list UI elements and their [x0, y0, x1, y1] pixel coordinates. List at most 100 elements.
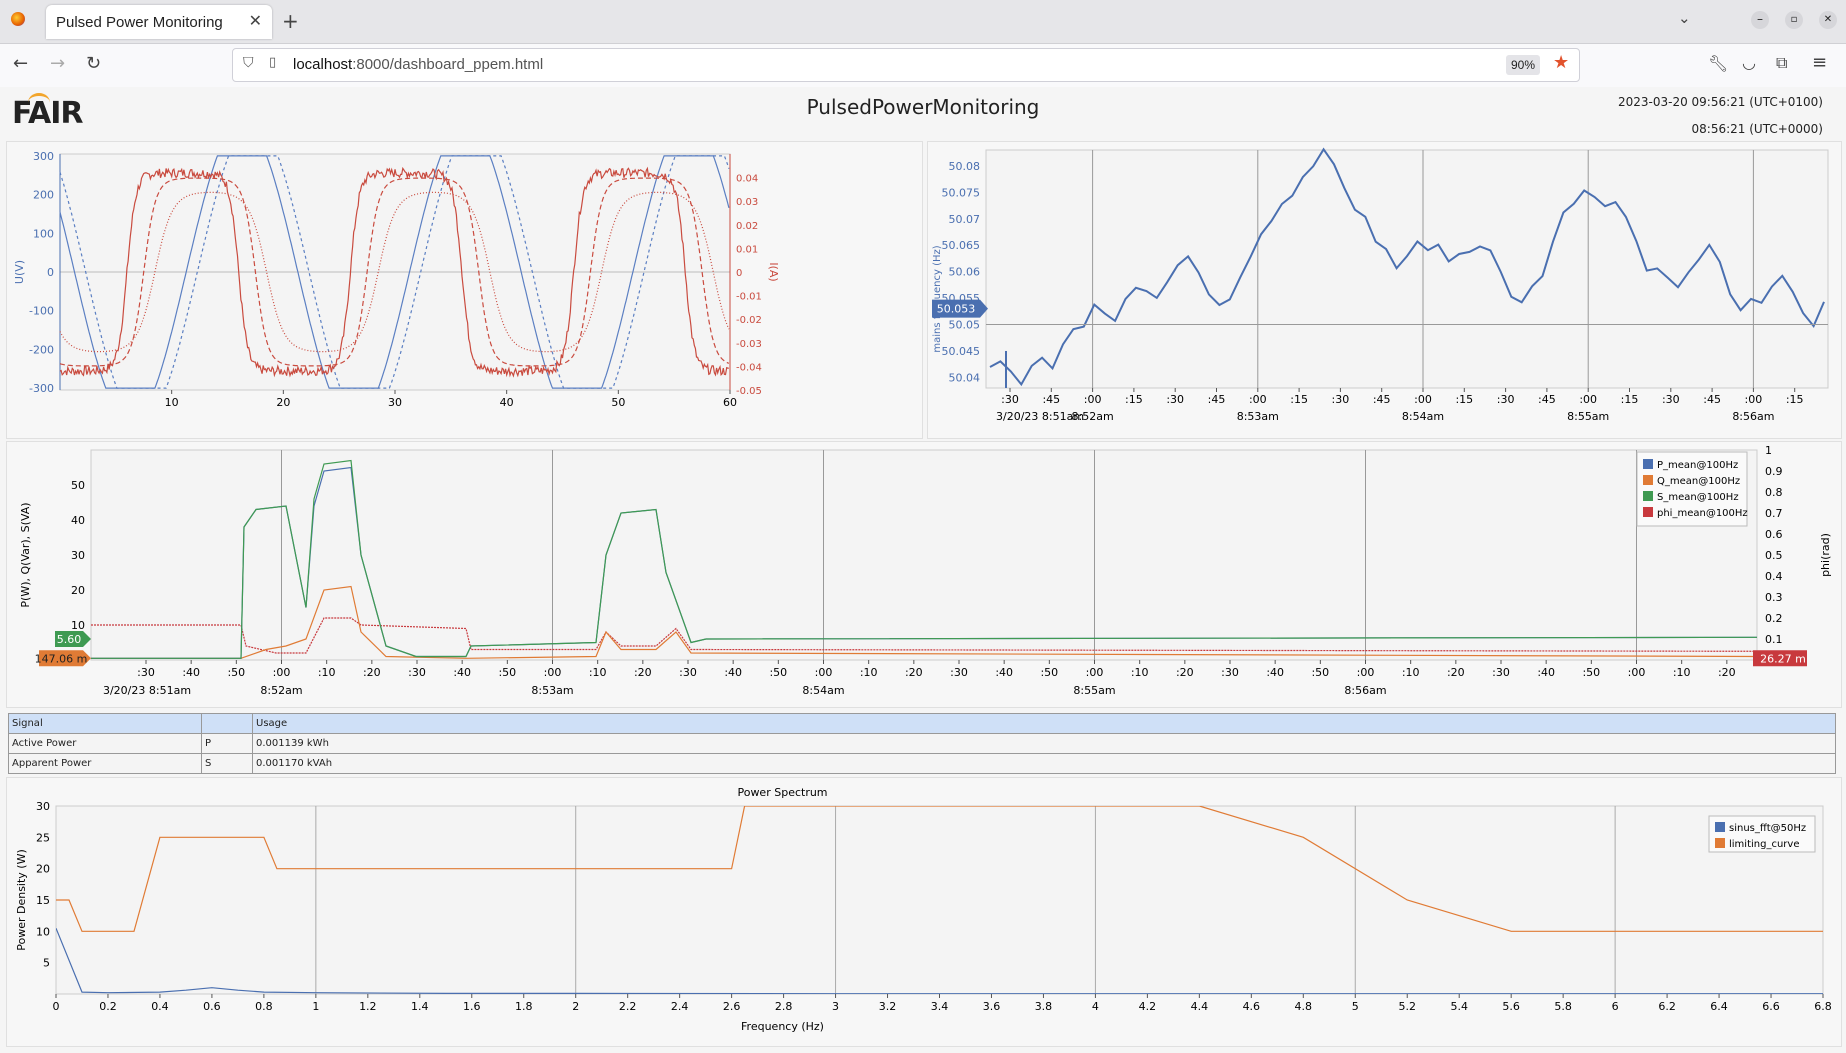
- wrench-icon[interactable]: 🔧︎: [1708, 54, 1728, 73]
- back-icon[interactable]: ←: [13, 53, 28, 74]
- power-spectrum-chart[interactable]: Power Spectrum302520151050 0.2 0.4 0.6 0.8 1 1…: [6, 777, 1842, 1047]
- y2-tick-label: 0.04: [736, 174, 758, 185]
- y2-tick-label: -0.04: [736, 362, 762, 373]
- x-tick-label: :10: [1402, 666, 1420, 679]
- x-major-label: 8:53am: [531, 684, 573, 697]
- x-major-label: 8:56am: [1344, 684, 1386, 697]
- y2-tick-label: 0.4: [1765, 570, 1783, 583]
- x-tick-label: 4.8: [1295, 1000, 1313, 1013]
- voltage-current-chart[interactable]: 300 200 100 0 -100 -200 -300 0.04 0.03 0.02 0.01 0 -…: [6, 141, 923, 439]
- x-tick-label: :50: [1311, 666, 1329, 679]
- y-tick-label: -200: [29, 343, 54, 356]
- x-tick-label: :45: [1703, 393, 1721, 406]
- url-text[interactable]: localhost:8000/dashboard_ppem.html: [293, 56, 543, 73]
- browser-tab-bar: Pulsed Power Monitoring ✕ + ⌄ – ▫ ✕: [0, 0, 1846, 44]
- y-tick-label: 300: [33, 150, 54, 163]
- x-tick-label: :30: [1001, 393, 1019, 406]
- mains-frequency-chart[interactable]: 50.0850.07550.0750.06550.0650.05550.0550…: [927, 141, 1842, 439]
- x-tick-label: :00: [1086, 666, 1104, 679]
- plot-area: [90, 449, 1758, 661]
- x-tick-label: :30: [1662, 393, 1680, 406]
- tab-title: Pulsed Power Monitoring: [56, 14, 223, 31]
- x-tick-label: :10: [860, 666, 878, 679]
- x-tick-label: 3.2: [879, 1000, 897, 1013]
- y2-tick-label: 0.6: [1765, 528, 1783, 541]
- cell-usage: 0.001139 kWh: [252, 733, 1836, 754]
- close-window-icon[interactable]: ✕: [1819, 11, 1837, 29]
- x-tick-label: :10: [1673, 666, 1691, 679]
- y2-tick-label: -0.05: [736, 386, 762, 397]
- y-tick-label: 50.07: [949, 213, 981, 226]
- firefox-icon: [11, 12, 25, 26]
- legend: sinus_fft@50Hz limiting_curve: [1708, 815, 1816, 853]
- y-tick-label: 100: [33, 227, 54, 240]
- plot-area: [985, 149, 1829, 389]
- header-signal: Signal: [8, 713, 202, 734]
- x-tick-label: :20: [1718, 666, 1736, 679]
- x-tick-label: 5.8: [1554, 1000, 1572, 1013]
- list-all-tabs-icon[interactable]: ⌄: [1678, 9, 1691, 27]
- usage-table: Signal Usage Active Power P 0.001139 kWh…: [8, 713, 1836, 774]
- x-tick-label: :50: [769, 666, 787, 679]
- time-local: 2023-03-20 09:56:21 (UTC+0100): [1617, 95, 1823, 109]
- x-tick-label: :50: [498, 666, 516, 679]
- x-tick-label: 5.2: [1398, 1000, 1416, 1013]
- x-tick-label: :00: [1414, 393, 1432, 406]
- x-tick-label: 6: [1612, 1000, 1619, 1013]
- url-bar[interactable]: ⛉ ▯ localhost:8000/dashboard_ppem.html: [232, 48, 1580, 82]
- x-tick-label: 0.2: [99, 1000, 117, 1013]
- usage-table-container: Signal Usage Active Power P 0.001139 kWh…: [8, 713, 1836, 774]
- x-tick-label: 50: [611, 396, 625, 409]
- y-tick-label: 25: [36, 831, 50, 844]
- legend-label: P_mean@100Hz: [1657, 460, 1738, 471]
- pocket-icon[interactable]: ◡: [1742, 53, 1756, 72]
- forward-icon[interactable]: →: [50, 53, 65, 74]
- x-major-label: 8:52am: [260, 684, 302, 697]
- x-tick-label: 30: [388, 396, 402, 409]
- x-tick-label: :20: [634, 666, 652, 679]
- y-tick-label: 20: [71, 584, 85, 597]
- cell-symbol: P: [201, 733, 253, 754]
- restore-icon[interactable]: ▫: [1785, 11, 1803, 29]
- x-tick-label: :15: [1290, 393, 1308, 406]
- legend-label: limiting_curve: [1729, 839, 1799, 850]
- x-tick-label: 1.8: [515, 1000, 533, 1013]
- y-axis-label: Power Density (W): [15, 849, 28, 951]
- shield-icon[interactable]: ⛉: [243, 55, 254, 71]
- x-tick-label: 2.8: [775, 1000, 793, 1013]
- legend-swatch: [1715, 822, 1725, 832]
- minimize-icon[interactable]: –: [1751, 11, 1769, 29]
- x-tick-label: 3.6: [983, 1000, 1001, 1013]
- x-tick-label: 1: [312, 1000, 319, 1013]
- menu-icon[interactable]: ≡: [1812, 52, 1827, 73]
- x-tick-label: :50: [1582, 666, 1600, 679]
- y-tick-label: 50.08: [949, 160, 981, 173]
- y-tick-label: 50.05: [949, 319, 981, 332]
- x-tick-label: 4.4: [1191, 1000, 1209, 1013]
- y-tick-label: 200: [33, 189, 54, 202]
- legend: P_mean@100Hz Q_mean@100Hz S_mean@100Hz phi_…: [1636, 451, 1748, 527]
- bookmark-star-icon[interactable]: ★: [1553, 52, 1569, 73]
- zoom-indicator[interactable]: 90%: [1506, 55, 1540, 75]
- y2-tick-label: 0.5: [1765, 549, 1783, 562]
- q-value-label: 147.06 m: [35, 652, 88, 665]
- close-tab-icon[interactable]: ✕: [249, 11, 262, 30]
- y-axis-label: mains frequency (Hz): [932, 245, 943, 352]
- x-major-label: 8:55am: [1567, 410, 1609, 423]
- x-tick-label: :00: [273, 666, 291, 679]
- x-tick-label: :00: [1745, 393, 1763, 406]
- tab-pulsed-power-monitoring[interactable]: Pulsed Power Monitoring ✕: [46, 5, 272, 39]
- x-tick-label: :15: [1455, 393, 1473, 406]
- x-tick-label: :30: [1497, 393, 1515, 406]
- new-tab-icon[interactable]: +: [282, 9, 299, 33]
- y-tick-label: 15: [36, 894, 50, 907]
- power-chart[interactable]: 50 40 30 20 10 1 0.9 0.8 0.7 0.6 0.5 0.4 0.3 0.2 0.1 P(…: [6, 441, 1842, 708]
- x-tick-label: :30: [1166, 393, 1184, 406]
- usage-table-header: Signal Usage: [8, 713, 1836, 734]
- x-tick-label: 2.2: [619, 1000, 637, 1013]
- extensions-icon[interactable]: ⧉: [1776, 53, 1787, 73]
- y2-tick-label: 0.9: [1765, 465, 1783, 478]
- x-major-label: 8:53am: [1237, 410, 1279, 423]
- x-tick-label: :15: [1125, 393, 1143, 406]
- reload-icon[interactable]: ↻: [86, 53, 101, 74]
